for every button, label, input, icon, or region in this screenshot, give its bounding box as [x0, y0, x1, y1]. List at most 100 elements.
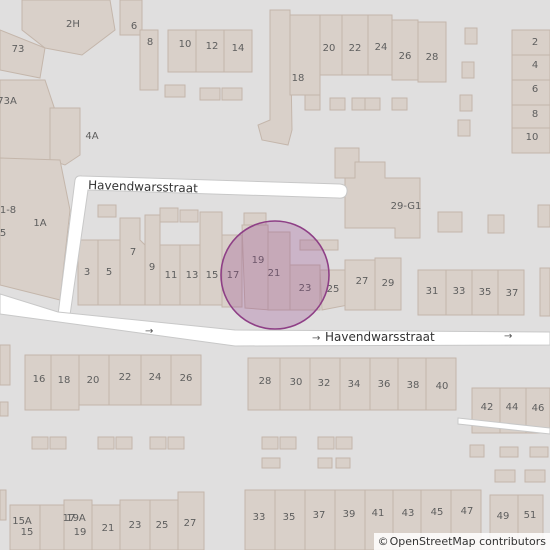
building [539, 267, 550, 317]
location-marker[interactable] [220, 220, 330, 330]
street-label-upper: Havendwarsstraat [88, 178, 198, 195]
oneway-arrow: → [504, 331, 512, 342]
house-number-label: 26 [399, 51, 412, 62]
house-number-label: 15 [21, 527, 34, 538]
attribution-text: OpenStreetMap contributors [389, 535, 546, 548]
house-number-label: 24 [375, 42, 388, 53]
street-label-lower: Havendwarsstraat [325, 330, 435, 344]
house-number-label: 29-G1 [391, 201, 422, 212]
map-attribution[interactable]: ©OpenStreetMap contributors [373, 533, 550, 550]
house-number-label: 5 [106, 267, 112, 278]
house-number-label: 23 [129, 520, 142, 531]
house-number-label: 16 [33, 374, 46, 385]
building [464, 27, 478, 45]
house-number-label: 47 [461, 506, 474, 517]
building [317, 436, 335, 450]
house-number-label: 15A [12, 516, 32, 527]
building [221, 87, 243, 101]
house-number-label: 22 [119, 372, 132, 383]
building [459, 94, 473, 112]
building [261, 436, 279, 450]
house-number-label: 12 [206, 41, 219, 52]
house-number-label: 30 [290, 377, 303, 388]
building [39, 504, 65, 550]
building [317, 457, 333, 469]
house-number-label: 10 [179, 39, 192, 50]
map-canvas[interactable]: Havendwarsstraat Havendwarsstraat → → → … [0, 0, 550, 550]
house-number-label: 35 [479, 287, 492, 298]
house-number-label: 49 [497, 511, 510, 522]
building [31, 436, 49, 450]
building [461, 61, 475, 79]
house-number-label: 37 [313, 510, 326, 521]
building [469, 444, 485, 458]
building [164, 84, 186, 98]
building [457, 119, 471, 137]
house-number-label: 34 [348, 379, 361, 390]
house-number-label: 32 [318, 378, 331, 389]
house-number-label: 9 [149, 262, 155, 273]
house-number-label: 38 [407, 380, 420, 391]
building [119, 217, 146, 306]
building [344, 161, 421, 239]
map-layer: Havendwarsstraat Havendwarsstraat → → → … [0, 0, 550, 550]
building [537, 204, 550, 228]
building [261, 457, 281, 469]
building [0, 401, 9, 417]
building [63, 499, 93, 550]
house-number-label: 8 [532, 109, 538, 120]
house-number-label: 37 [506, 288, 519, 299]
house-number-label: 51 [524, 510, 537, 521]
building [144, 214, 161, 306]
house-number-label: 33 [453, 286, 466, 297]
house-number-label: 18 [292, 73, 305, 84]
house-number-label: 26 [180, 373, 193, 384]
building [279, 436, 297, 450]
house-number-label: 35 [283, 512, 296, 523]
house-number-label: 20 [87, 375, 100, 386]
building [487, 214, 505, 234]
house-number-label: 41 [372, 508, 385, 519]
building [391, 19, 419, 81]
house-number-label: 6 [131, 21, 137, 32]
house-number-label: 27 [356, 276, 369, 287]
house-number-label: 21 [102, 523, 115, 534]
building [199, 211, 223, 306]
house-number-label: 7 [130, 247, 136, 258]
building [335, 436, 353, 450]
house-number-label: 2 [532, 37, 538, 48]
copyright-icon: © [377, 535, 389, 548]
building [167, 29, 197, 73]
building [149, 436, 167, 450]
building [115, 436, 133, 450]
house-number-label: 13 [186, 270, 199, 281]
building [529, 446, 549, 458]
building [0, 157, 71, 301]
house-number-label: 19 [74, 527, 87, 538]
building [364, 97, 381, 111]
building [304, 94, 321, 111]
house-number-label: 1A [33, 218, 46, 229]
house-number-label: 1-8 [0, 205, 16, 216]
house-number-label: 19A [66, 513, 86, 524]
house-number-label: 46 [532, 403, 545, 414]
building [334, 489, 366, 550]
house-number-label: 73 [12, 44, 25, 55]
house-number-label: 45 [431, 507, 444, 518]
house-number-label: 40 [436, 381, 449, 392]
house-number-label: 11 [165, 270, 178, 281]
house-number-label: 33 [253, 512, 266, 523]
building [0, 489, 7, 521]
building [0, 344, 11, 386]
house-number-label: 39 [343, 509, 356, 520]
house-number-label: 25 [156, 520, 169, 531]
building [97, 204, 117, 218]
house-number-label: 20 [323, 43, 336, 54]
house-number-label: 42 [481, 402, 494, 413]
house-number-label: 14 [232, 43, 245, 54]
building [391, 97, 408, 111]
building [49, 436, 67, 450]
house-number-label: 31 [426, 286, 439, 297]
house-number-label: 4 [532, 60, 538, 71]
building [97, 436, 115, 450]
